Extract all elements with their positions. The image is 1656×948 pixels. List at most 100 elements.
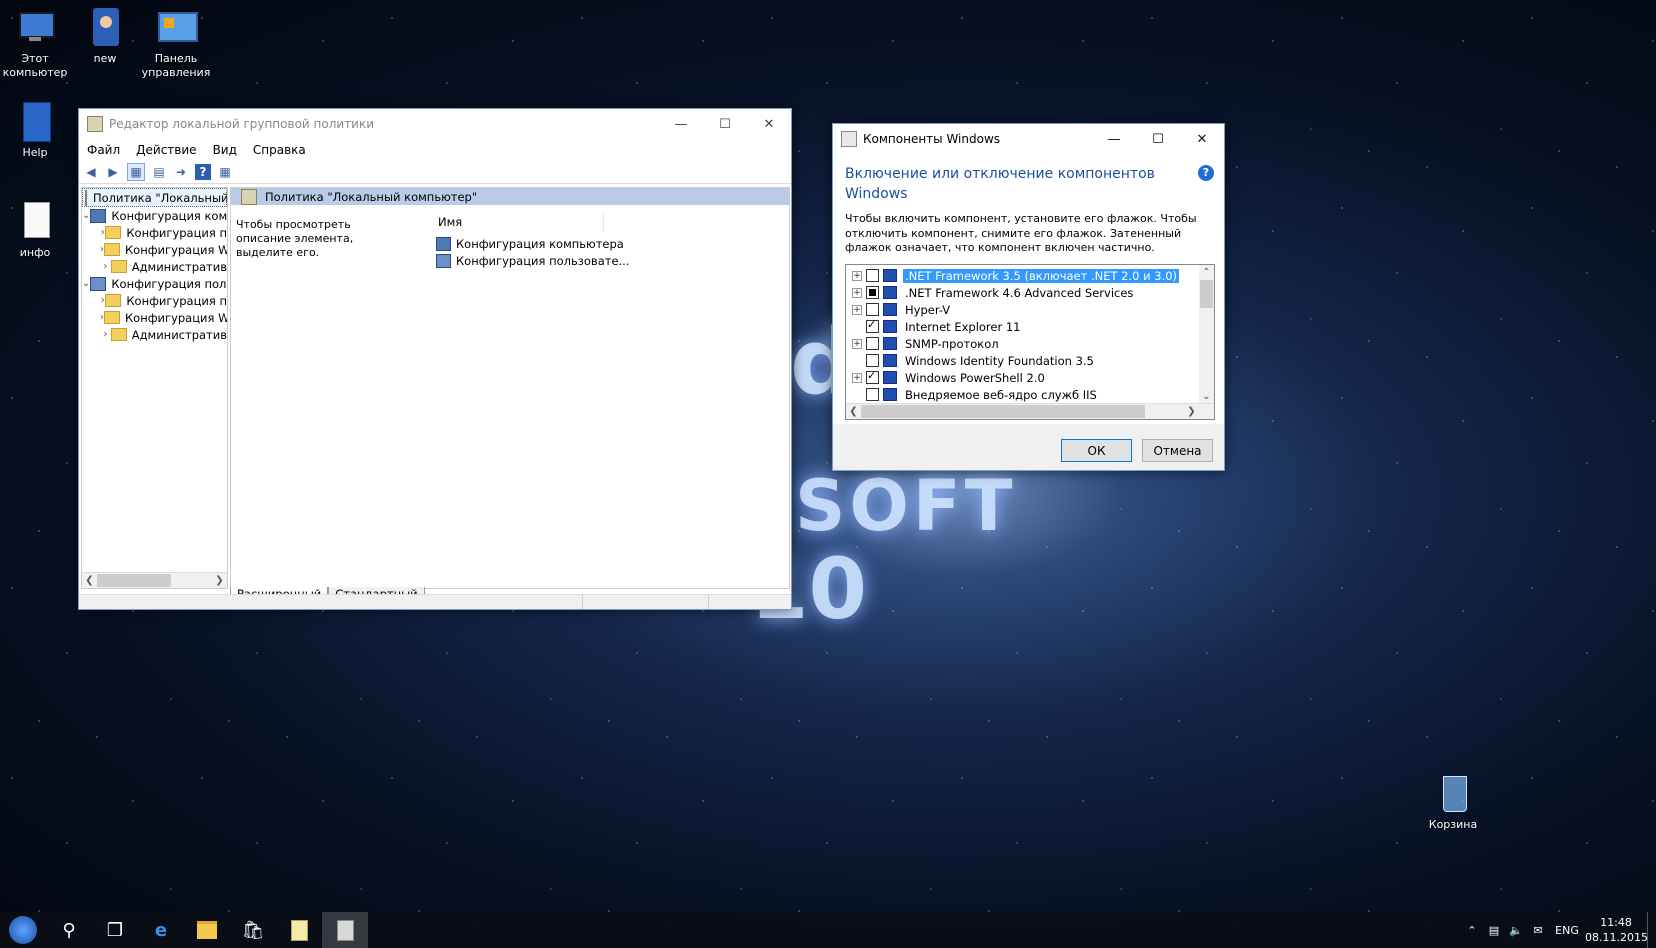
feature-item[interactable]: + Windows PowerShell 2.0: [846, 369, 1198, 386]
feature-checkbox[interactable]: [866, 286, 879, 299]
feature-checkbox[interactable]: [866, 318, 879, 333]
chevron-right-icon[interactable]: ›: [100, 329, 111, 340]
desktop-icon-this-pc[interactable]: Этот компьютер: [0, 6, 70, 80]
feature-checkbox[interactable]: [866, 337, 879, 350]
feature-label: SNMP-протокол: [905, 336, 999, 351]
close-icon[interactable]: ✕: [747, 109, 791, 139]
list-item[interactable]: Конфигурация компьютера: [436, 235, 630, 252]
expand-icon[interactable]: +: [852, 287, 862, 298]
maximize-icon[interactable]: ☐: [1136, 124, 1180, 154]
ok-button[interactable]: ОК: [1061, 439, 1132, 462]
clock[interactable]: 11:48 08.11.2015: [1585, 915, 1648, 945]
feature-item[interactable]: + Hyper-V: [846, 301, 1198, 318]
feature-label: Hyper-V: [905, 302, 951, 317]
notepad-icon[interactable]: [276, 912, 322, 948]
feature-item[interactable]: + .NET Framework 4.6 Advanced Services: [846, 284, 1198, 301]
network-icon[interactable]: ▤: [1483, 924, 1505, 937]
feature-item[interactable]: Windows Identity Foundation 3.5: [846, 352, 1198, 369]
help-icon[interactable]: ?: [195, 164, 211, 180]
properties-icon[interactable]: ▤: [151, 164, 167, 180]
tree-item-local-policy[interactable]: Политика "Локальный: [82, 188, 227, 207]
expand-icon[interactable]: +: [852, 270, 862, 281]
scroll-left-icon[interactable]: ❮: [846, 404, 861, 419]
horizontal-scrollbar[interactable]: ❮ ❯: [846, 403, 1214, 419]
expand-icon[interactable]: +: [852, 304, 862, 315]
desktop-icon-recycle-bin[interactable]: Корзина: [1418, 772, 1488, 832]
tree-item-user-software-settings[interactable]: › Конфигурация п: [82, 292, 227, 309]
maximize-icon[interactable]: ☐: [703, 109, 747, 139]
tree-item-admin-templates[interactable]: › Административ: [82, 258, 227, 275]
chevron-down-icon[interactable]: ⌄: [82, 278, 90, 289]
menu-action[interactable]: Действие: [128, 143, 204, 157]
back-arrow-icon[interactable]: ◀: [83, 164, 99, 180]
minimize-icon[interactable]: —: [659, 109, 703, 139]
feature-checkbox[interactable]: [866, 369, 879, 384]
desktop-icon-info[interactable]: инфо: [0, 200, 70, 260]
search-icon[interactable]: ⚲: [46, 912, 92, 948]
desktop-icon-help[interactable]: Help: [0, 100, 70, 160]
scroll-thumb[interactable]: [1200, 280, 1213, 308]
forward-arrow-icon[interactable]: ▶: [105, 164, 121, 180]
scroll-down-icon[interactable]: ⌄: [1199, 389, 1214, 404]
feature-checkbox[interactable]: [866, 354, 879, 367]
task-view-icon[interactable]: ❐: [92, 912, 138, 948]
list-item[interactable]: Конфигурация пользовате...: [436, 252, 630, 269]
column-header-name[interactable]: Имя: [436, 212, 604, 232]
scroll-right-icon[interactable]: ❯: [212, 573, 227, 588]
computer-icon: [90, 208, 107, 223]
edge-icon[interactable]: e: [138, 912, 184, 948]
expand-icon[interactable]: +: [852, 372, 862, 383]
feature-checkbox[interactable]: [866, 269, 879, 282]
store-icon[interactable]: 🛍: [230, 912, 276, 948]
cancel-button[interactable]: Отмена: [1142, 439, 1213, 462]
minimize-icon[interactable]: —: [1092, 124, 1136, 154]
tree-horizontal-scrollbar[interactable]: ❮ ❯: [82, 572, 227, 588]
chevron-up-icon[interactable]: ⌃: [1461, 924, 1483, 937]
scroll-left-icon[interactable]: ❮: [82, 573, 97, 588]
vertical-scrollbar[interactable]: ⌃ ⌄: [1199, 265, 1214, 404]
feature-item[interactable]: + .NET Framework 3.5 (включает .NET 2.0 и…: [846, 267, 1198, 284]
feature-folder-icon: [883, 337, 897, 350]
menu-view[interactable]: Вид: [205, 143, 245, 157]
tree-item-software-settings[interactable]: › Конфигурация п: [82, 224, 227, 241]
file-explorer-icon[interactable]: [184, 912, 230, 948]
show-tree-icon[interactable]: ▦: [127, 163, 145, 181]
start-button[interactable]: [0, 912, 46, 948]
content-header-title: Политика "Локальный компьютер": [265, 189, 478, 204]
feature-checkbox[interactable]: [866, 388, 879, 401]
gpedit-taskbar-icon[interactable]: [322, 912, 368, 948]
volume-icon[interactable]: 🔈: [1505, 924, 1527, 937]
scroll-thumb[interactable]: [97, 574, 171, 587]
feature-checkbox[interactable]: [866, 303, 879, 316]
tree-item-user-admin-templates[interactable]: › Административ: [82, 326, 227, 343]
feature-item[interactable]: + SNMP-протокол: [846, 335, 1198, 352]
chevron-right-icon[interactable]: ›: [100, 261, 111, 272]
expand-icon[interactable]: +: [852, 338, 862, 349]
export-list-icon[interactable]: ➜: [173, 164, 189, 180]
feature-item[interactable]: Internet Explorer 11: [846, 318, 1198, 335]
menu-help[interactable]: Справка: [245, 143, 314, 157]
desktop-icon-control-panel[interactable]: Панель управления: [141, 6, 211, 80]
features-titlebar[interactable]: Компоненты Windows — ☐ ✕: [833, 124, 1224, 154]
action-center-icon[interactable]: ✉: [1527, 924, 1549, 937]
chevron-down-icon[interactable]: ⌄: [82, 210, 90, 221]
toolbar: ◀ ▶ ▦ ▤ ➜ ? ▦: [79, 161, 791, 184]
tree-item-user-config[interactable]: ⌄ Конфигурация поль: [82, 275, 227, 292]
desktop-icon-new[interactable]: new: [70, 6, 140, 66]
dialog-body: Включение или отключение компонентов Win…: [833, 154, 1224, 424]
extended-view-icon[interactable]: ▦: [217, 164, 233, 180]
feature-item[interactable]: Внедряемое веб-ядро служб IIS: [846, 386, 1198, 403]
close-icon[interactable]: ✕: [1180, 124, 1224, 154]
help-icon[interactable]: ?: [1198, 165, 1214, 181]
tree-item-user-windows-settings[interactable]: › Конфигурация W: [82, 309, 227, 326]
tree-item-computer-config[interactable]: ⌄ Конфигурация комп: [82, 207, 227, 224]
gpedit-titlebar[interactable]: Редактор локальной групповой политики — …: [79, 109, 791, 139]
tree-item-windows-settings[interactable]: › Конфигурация W: [82, 241, 227, 258]
menu-file[interactable]: Файл: [79, 143, 128, 157]
scroll-thumb[interactable]: [861, 405, 1145, 418]
show-desktop-button[interactable]: [1647, 912, 1656, 948]
tree-label: Политика "Локальный: [93, 190, 228, 205]
language-indicator[interactable]: ENG: [1549, 924, 1585, 937]
scroll-up-icon[interactable]: ⌃: [1199, 265, 1214, 280]
scroll-right-icon[interactable]: ❯: [1184, 404, 1199, 419]
